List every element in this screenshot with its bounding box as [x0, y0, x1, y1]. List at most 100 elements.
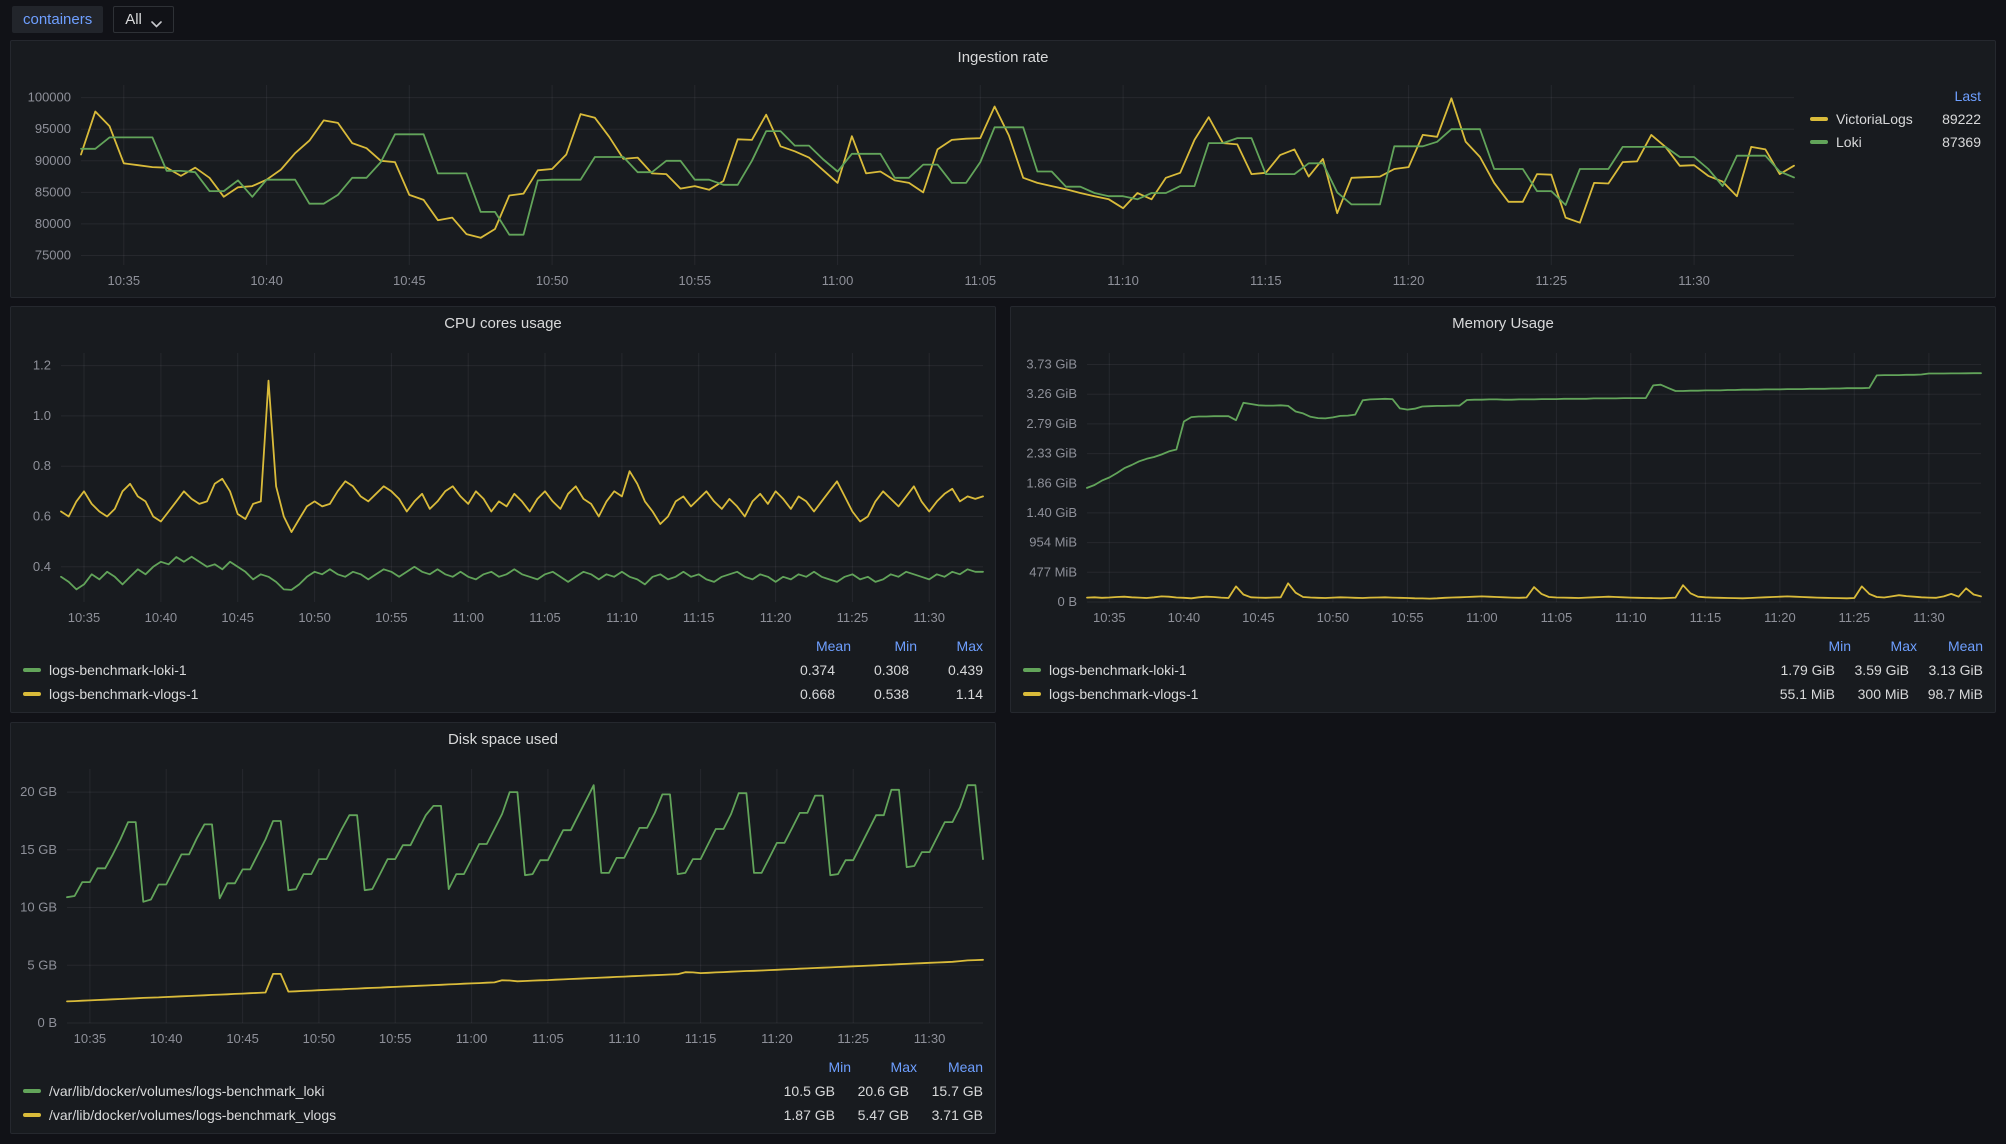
x-axis-tick-label: 11:20 — [1764, 610, 1796, 625]
disk-chart-canvas: 0 B 5 GB 10 GB 15 GB 20 GB 10:35 10:40 10:45 10:… — [20, 769, 984, 1046]
stat-min: 1.79 GiB — [1780, 662, 1835, 678]
x-axis-tick-label: 11:00 — [822, 273, 854, 288]
legend-item-loki[interactable]: Loki 87369 — [1810, 130, 1981, 153]
y-axis-tick-label: 5 GB — [27, 957, 57, 972]
y-axis-tick-label: 75000 — [35, 248, 71, 263]
cpu-legend: Mean Min Max logs-benchmark-loki-1 0.374… — [11, 632, 995, 710]
y-axis-tick-label: 1.40 GiB — [1026, 505, 1077, 520]
stat-mean: 3.71 GB — [931, 1107, 983, 1123]
x-axis-tick-label: 10:40 — [145, 610, 178, 625]
x-axis-tick-label: 11:10 — [1615, 610, 1647, 625]
legend-item-vlogs-volume[interactable]: /var/lib/docker/volumes/logs-benchmark_v… — [23, 1103, 983, 1127]
x-axis-tick-label: 11:05 — [1541, 610, 1573, 625]
legend-column-mean[interactable]: Mean — [785, 638, 851, 654]
x-axis-tick-label: 10:40 — [150, 1031, 183, 1046]
y-axis-tick-label: 0.6 — [33, 509, 51, 524]
panel-title-disk-space-used[interactable]: Disk space used — [11, 723, 995, 755]
panel-title-ingestion-rate[interactable]: Ingestion rate — [11, 41, 1995, 73]
x-axis-tick-label: 11:20 — [761, 1031, 793, 1046]
x-axis-tick-label: 11:30 — [1913, 610, 1945, 625]
stat-min: 1.87 GB — [783, 1107, 835, 1123]
series-line-loki[interactable] — [80, 126, 1795, 236]
legend-item-loki-volume[interactable]: /var/lib/docker/volumes/logs-benchmark_l… — [23, 1079, 983, 1103]
stat-mean: 0.668 — [799, 686, 835, 702]
legend-column-min[interactable]: Min — [785, 1059, 851, 1075]
panel-title-memory-usage[interactable]: Memory Usage — [1011, 307, 1995, 339]
series-name: logs-benchmark-vlogs-1 — [49, 686, 199, 702]
series-name: logs-benchmark-vlogs-1 — [1049, 686, 1199, 702]
series-line--var-lib-docker-volumes-logs-benchmark-loki[interactable] — [66, 784, 984, 903]
series-swatch-yellow — [1810, 116, 1828, 121]
legend-column-last[interactable]: Last — [1810, 85, 1981, 107]
panel-disk-space-used: Disk space used 0 B 5 GB 10 GB 15 GB 20 GB 10… — [10, 722, 996, 1134]
x-axis-tick-label: 11:25 — [837, 1031, 869, 1046]
legend-item-vlogs[interactable]: logs-benchmark-vlogs-1 55.1 MiB 300 MiB … — [1023, 682, 1983, 706]
legend-column-min[interactable]: Min — [1785, 638, 1851, 654]
stat-min: 0.538 — [873, 686, 909, 702]
x-axis-tick-label: 10:40 — [1168, 610, 1201, 625]
x-axis-tick-label: 11:30 — [1678, 273, 1710, 288]
legend-item-vlogs[interactable]: logs-benchmark-vlogs-1 0.668 0.538 1.14 — [23, 682, 983, 706]
x-axis-tick-label: 10:50 — [303, 1031, 336, 1046]
memory-legend-header: Min Max Mean — [1023, 634, 1983, 658]
series-last-value: 89222 — [1942, 110, 1981, 127]
legend-column-min[interactable]: Min — [851, 638, 917, 654]
y-axis-tick-label: 3.73 GiB — [1026, 357, 1077, 372]
x-axis-tick-label: 11:05 — [529, 610, 561, 625]
x-axis-tick-label: 11:15 — [1250, 273, 1282, 288]
x-axis-tick-label: 10:35 — [108, 273, 141, 288]
panel-title-cpu-cores-usage[interactable]: CPU cores usage — [11, 307, 995, 339]
y-axis-tick-label: 80000 — [35, 216, 71, 231]
legend-column-max[interactable]: Max — [1851, 638, 1917, 654]
series-line-victorialogs[interactable] — [80, 97, 1795, 239]
legend-column-max[interactable]: Max — [917, 638, 983, 654]
disk-legend-header: Min Max Mean — [23, 1055, 983, 1079]
x-axis-tick-label: 10:45 — [226, 1031, 259, 1046]
memory-legend: Min Max Mean logs-benchmark-loki-1 1.79 … — [1011, 632, 1995, 710]
y-axis-tick-label: 2.79 GiB — [1026, 416, 1077, 431]
x-axis-tick-label: 11:30 — [914, 1031, 946, 1046]
series-swatch-yellow — [23, 692, 41, 696]
y-axis-tick-label: 95000 — [35, 121, 71, 136]
variable-dropdown-containers[interactable]: All — [113, 5, 174, 33]
memory-usage-plot[interactable]: 0 B 477 MiB 954 MiB 1.40 GiB 1.86 GiB 2.33 Gi… — [1011, 339, 1995, 632]
x-axis-tick-label: 11:20 — [760, 610, 792, 625]
series-line--var-lib-docker-volumes-logs-benchmark-vlogs[interactable] — [66, 958, 984, 1003]
x-axis-tick-label: 10:45 — [1242, 610, 1275, 625]
chevron-down-icon — [151, 16, 162, 28]
series-line-logs-benchmark-loki-1[interactable] — [1086, 372, 1982, 489]
legend-item-loki[interactable]: logs-benchmark-loki-1 1.79 GiB 3.59 GiB … — [1023, 658, 1983, 682]
y-axis-tick-label: 954 MiB — [1029, 535, 1077, 550]
cpu-legend-header: Mean Min Max — [23, 634, 983, 658]
y-axis-tick-label: 20 GB — [20, 784, 57, 799]
x-axis-tick-label: 10:35 — [68, 610, 101, 625]
cpu-cores-usage-plot[interactable]: 0.4 0.6 0.8 1.0 1.2 10:35 10:40 10:45 10:50 10:55… — [11, 339, 995, 632]
stat-min: 55.1 MiB — [1779, 686, 1835, 702]
y-axis-tick-label: 0.8 — [33, 458, 51, 473]
legend-column-mean[interactable]: Mean — [917, 1059, 983, 1075]
y-axis-tick-label: 1.86 GiB — [1026, 475, 1077, 490]
stat-mean: 15.7 GB — [931, 1083, 983, 1099]
legend-item-victorialogs[interactable]: VictoriaLogs 89222 — [1810, 107, 1981, 130]
series-name: logs-benchmark-loki-1 — [1049, 662, 1187, 678]
x-axis-tick-label: 11:25 — [1536, 273, 1568, 288]
legend-item-loki[interactable]: logs-benchmark-loki-1 0.374 0.308 0.439 — [23, 658, 983, 682]
series-line-logs-benchmark-loki-1[interactable] — [60, 555, 984, 591]
legend-column-max[interactable]: Max — [851, 1059, 917, 1075]
ingestion-rate-plot[interactable]: 75000 80000 85000 90000 95000 100000 10:35 10:4… — [11, 73, 1810, 295]
y-axis-tick-label: 90000 — [35, 153, 71, 168]
stat-max: 3.59 GiB — [1854, 662, 1909, 678]
y-axis-tick-label: 0.4 — [33, 559, 51, 574]
ingestion-rate-legend: Last VictoriaLogs 89222 Loki 87369 — [1810, 73, 1995, 295]
x-axis-tick-label: 10:55 — [679, 273, 712, 288]
series-swatch-green — [23, 668, 41, 672]
variable-label-containers[interactable]: containers — [12, 5, 104, 33]
stat-max: 5.47 GB — [857, 1107, 909, 1123]
series-last-value: 87369 — [1942, 133, 1981, 150]
series-line-logs-benchmark-vlogs-1[interactable] — [1086, 582, 1982, 600]
series-line-logs-benchmark-vlogs-1[interactable] — [60, 379, 984, 534]
x-axis-tick-label: 10:40 — [250, 273, 283, 288]
y-axis-tick-label: 477 MiB — [1029, 564, 1077, 579]
disk-space-used-plot[interactable]: 0 B 5 GB 10 GB 15 GB 20 GB 10:35 10:40 10:45 10:… — [11, 755, 995, 1053]
legend-column-mean[interactable]: Mean — [1917, 638, 1983, 654]
